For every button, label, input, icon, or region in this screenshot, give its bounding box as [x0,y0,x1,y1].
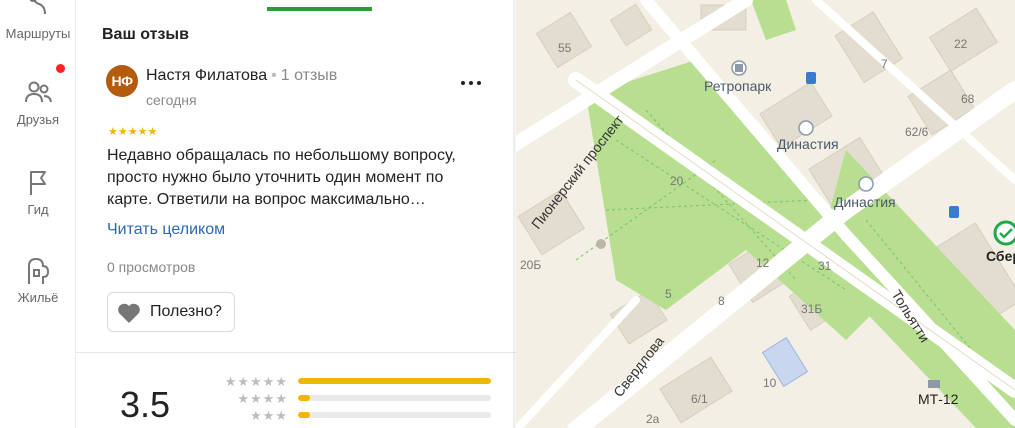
breakdown-stars: ★★★★ [237,391,288,406]
poi-label[interactable]: МТ-12 [918,391,958,407]
sidebar-item-friends[interactable]: Друзья [0,78,76,127]
map-building-number: 31Б [801,302,823,316]
map-building-number: 5 [665,287,672,301]
read-more-link[interactable]: Читать целиком [107,221,225,239]
useful-button-label: Полезно? [150,303,222,320]
author-review-count: 1 отзыв [280,67,338,84]
review-author-line: Настя Филатова • 1 отзыв [146,67,337,85]
author-name[interactable]: Настя Филатова [146,67,267,84]
sidebar-item-label: Маршруты [5,26,71,41]
author-separator: • [271,67,277,84]
review-panel: Ваш отзыв НФ Настя Филатова • 1 отзыв сего… [76,0,516,428]
poi-label[interactable]: Ретропарк [704,78,771,94]
map-building-number: 31 [818,259,832,273]
map-building-number: 20Б [520,258,542,272]
flag-icon [30,171,46,195]
rating-breakdown-row[interactable]: ★★★★ [214,391,288,406]
map-building-number: 7 [881,57,888,71]
divider [76,352,516,353]
rating-bar-fill [298,378,491,384]
map-building-number: 2а [646,412,660,426]
breakdown-stars: ★★★★★ [224,374,288,389]
review-date: сегодня [146,92,197,108]
avatar[interactable]: НФ [106,65,138,97]
notification-dot [56,64,65,73]
rating-bar-track [298,395,491,401]
map-building-number: 55 [558,41,572,55]
left-sidebar: Маршруты Друзья Гид Жильё [0,0,76,428]
active-tab-indicator [267,7,372,11]
rating-bar-track [298,378,491,384]
poi-label[interactable]: Династия [777,136,839,152]
rating-bar-fill [298,395,310,401]
map-building-number: 22 [954,37,968,51]
route-icon [29,0,46,15]
sidebar-item-label: Жильё [17,290,59,305]
map-view[interactable]: 55 7 22 68 62/6 20 20Б 5 8 12 31 31Б 10 … [516,0,1015,428]
heart-icon [118,303,140,323]
map-building-number: 12 [756,256,770,270]
map-building-number: 62/6 [905,125,929,139]
rating-bar-track [298,412,491,418]
review-text: Недавно обращалась по небольшому вопросу… [107,147,456,208]
sidebar-item-label: Друзья [16,112,60,127]
review-star-rating: ★★★★★ [108,126,158,138]
sidebar-item-label: Гид [27,202,49,217]
sidebar-item-guide[interactable]: Гид [0,168,76,217]
map-building-number: 20 [670,174,684,188]
poi-label[interactable]: СберБ [986,248,1015,264]
rating-bar-fill [298,412,310,418]
overall-rating: 3.5 [120,384,171,425]
map-building-number: 6/1 [691,392,708,406]
section-title: Ваш отзыв [102,26,189,43]
friends-icon [25,81,52,103]
breakdown-stars: ★★★ [250,408,288,423]
views-count: 0 просмотров [107,259,196,275]
sidebar-item-housing[interactable]: Жильё [0,256,76,305]
dot-icon [461,81,465,85]
map-canvas[interactable] [516,0,1015,428]
map-building-number: 10 [763,376,777,390]
poi-label[interactable]: Династия [834,194,896,210]
rating-breakdown-row[interactable]: ★★★★★ [214,374,288,389]
map-building-number: 68 [961,92,975,106]
house-icon [28,257,50,284]
map-building-number: 8 [718,294,725,308]
dot-icon [469,81,473,85]
useful-button[interactable]: Полезно? [107,292,235,332]
sidebar-item-routes[interactable]: Маршруты [0,0,76,41]
more-options-button[interactable] [456,66,486,96]
rating-breakdown-row[interactable]: ★★★ [214,408,288,423]
dot-icon [477,81,481,85]
